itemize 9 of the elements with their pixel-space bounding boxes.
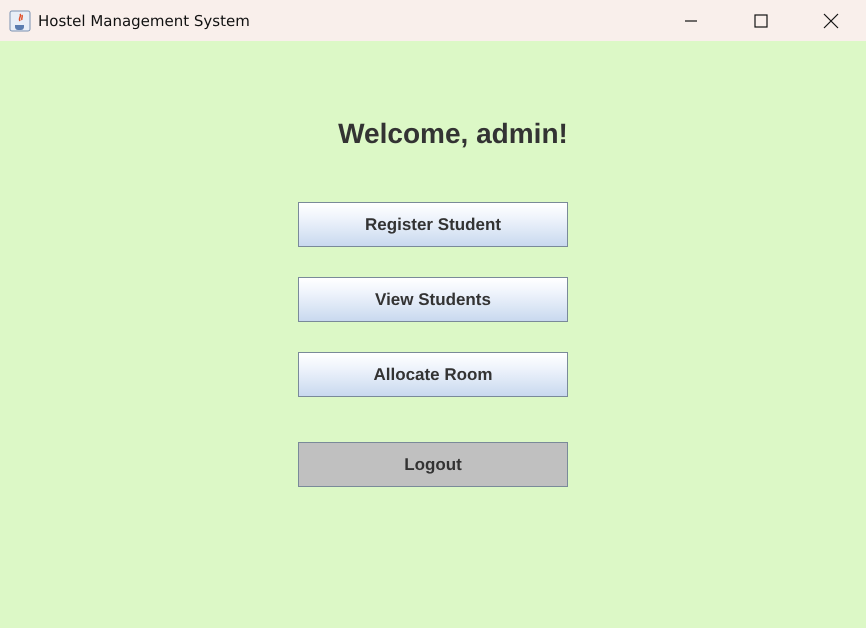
app-icon — [9, 10, 31, 32]
menu-button[interactable]: Register Student — [298, 202, 568, 247]
menu-button[interactable]: View Students — [298, 277, 568, 322]
welcome-heading: Welcome, admin! — [337, 117, 568, 151]
close-icon[interactable] — [823, 12, 839, 28]
logout-button[interactable]: Logout — [298, 442, 568, 487]
window-title: Hostel Management System — [38, 12, 251, 30]
menu-button[interactable]: Allocate Room — [298, 352, 568, 397]
maximize-icon[interactable] — [753, 12, 769, 28]
